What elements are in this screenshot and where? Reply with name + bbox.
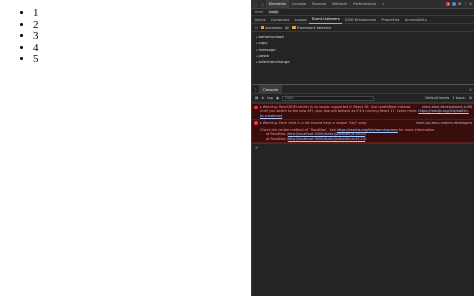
event-listener-list: beforeunload copy message paste selectio… bbox=[252, 32, 474, 65]
ancestors-checkbox[interactable]: Ancestors bbox=[260, 25, 282, 30]
more-options-icon[interactable]: ⋮ bbox=[463, 2, 467, 6]
close-drawer-icon[interactable]: ✕ bbox=[469, 87, 474, 92]
page-viewport: 1 2 3 4 5 bbox=[0, 0, 251, 296]
error-icon bbox=[254, 105, 258, 109]
context-select[interactable]: top bbox=[267, 96, 273, 100]
devtools-main-tabbar: ⬚ ▯ Elements Console Sources Network Per… bbox=[252, 0, 474, 9]
console-drawer: ⋮ Console ✕ ▤ ⊘ top ◉ Filter Default lev… bbox=[252, 84, 474, 296]
message-source-link[interactable]: react-jsx-dev-runtime.development.js:87 bbox=[412, 121, 472, 125]
inspect-element-icon[interactable]: ⬚ bbox=[252, 0, 259, 9]
stack-frame: at RandNos (http://localhost:3000/static… bbox=[266, 136, 367, 141]
drawer-tabbar: ⋮ Console ✕ bbox=[252, 84, 474, 94]
breadcrumb-html[interactable]: html bbox=[255, 10, 263, 14]
subtab-dom-breakpoints[interactable]: DOM Breakpoints bbox=[342, 16, 378, 24]
sidebar-toggle-icon[interactable]: ▤ bbox=[255, 96, 258, 100]
list-item: 5 bbox=[33, 53, 39, 66]
number-list: 1 2 3 4 5 bbox=[22, 7, 39, 66]
subtab-properties[interactable]: Properties bbox=[379, 16, 402, 24]
clear-console-icon[interactable]: ⊘ bbox=[261, 96, 264, 100]
event-selectionchange[interactable]: selectionchange bbox=[256, 59, 474, 65]
console-filter-input[interactable]: Filter bbox=[282, 95, 375, 101]
checkbox-icon bbox=[292, 25, 296, 30]
log-levels-select[interactable]: Default levels bbox=[425, 96, 449, 100]
framework-listeners-checkbox[interactable]: Framework listeners bbox=[292, 26, 331, 30]
sidebar-subtabs: Styles Computed Layout Event Listeners D… bbox=[252, 16, 474, 24]
tab-elements[interactable]: Elements bbox=[266, 0, 289, 9]
subtab-layout[interactable]: Layout bbox=[292, 16, 309, 24]
checkbox-icon bbox=[260, 25, 265, 30]
error-count-badge[interactable]: 1 bbox=[446, 2, 451, 6]
device-toolbar-icon[interactable]: ▯ bbox=[259, 0, 266, 9]
issues-count[interactable]: 1 Issue: bbox=[452, 96, 466, 100]
event-listener-toolbar: ↻ Ancestors All Framework listeners bbox=[252, 24, 474, 32]
close-devtools-icon[interactable]: ✕ bbox=[469, 2, 472, 6]
tab-network[interactable]: Network bbox=[329, 0, 350, 9]
warning-count-badge[interactable]: 1 bbox=[452, 2, 457, 6]
subtab-event-listeners[interactable]: Event Listeners bbox=[309, 15, 343, 24]
subtab-styles[interactable]: Styles bbox=[252, 16, 268, 24]
eye-icon[interactable]: ◉ bbox=[276, 96, 279, 100]
listener-scope-select[interactable]: All bbox=[285, 26, 289, 30]
console-error-message: react-jsx-dev-runtime.development.js:87 … bbox=[252, 120, 474, 144]
subtab-accessibility[interactable]: Accessibility bbox=[402, 16, 429, 24]
error-icon bbox=[254, 121, 258, 125]
tab-performance[interactable]: Performance bbox=[350, 0, 379, 9]
tab-console[interactable]: Console bbox=[289, 0, 309, 9]
console-error-message: react-dom.development.js:86 ▸ Warning: R… bbox=[252, 104, 474, 120]
settings-gear-icon[interactable]: ⚙ bbox=[458, 2, 461, 6]
devtools-panel: ⬚ ▯ Elements Console Sources Network Per… bbox=[251, 0, 474, 296]
tab-sources[interactable]: Sources bbox=[309, 0, 329, 9]
message-text: ▸ Warning: ReactDOM.render is no longer … bbox=[260, 105, 418, 114]
breadcrumb-body[interactable]: body bbox=[268, 10, 280, 14]
console-settings-icon[interactable]: ⚙ bbox=[469, 96, 472, 100]
console-messages: react-dom.development.js:86 ▸ Warning: R… bbox=[252, 103, 474, 145]
tab-console-drawer[interactable]: Console bbox=[259, 84, 283, 94]
stack-frame-link[interactable]: http://localhost:3000/static/js/bundle.j… bbox=[288, 137, 365, 141]
list-item: 3 bbox=[33, 30, 39, 43]
refresh-icon[interactable]: ↻ bbox=[255, 26, 258, 30]
console-prompt[interactable]: > bbox=[252, 144, 474, 151]
console-toolbar: ▤ ⊘ top ◉ Filter Default levels 1 Issue:… bbox=[252, 94, 474, 103]
list-item: 1 bbox=[33, 7, 39, 20]
drawer-menu-icon[interactable]: ⋮ bbox=[252, 87, 259, 92]
subtab-computed[interactable]: Computed bbox=[268, 16, 292, 24]
more-tabs-icon[interactable]: » bbox=[379, 0, 387, 9]
